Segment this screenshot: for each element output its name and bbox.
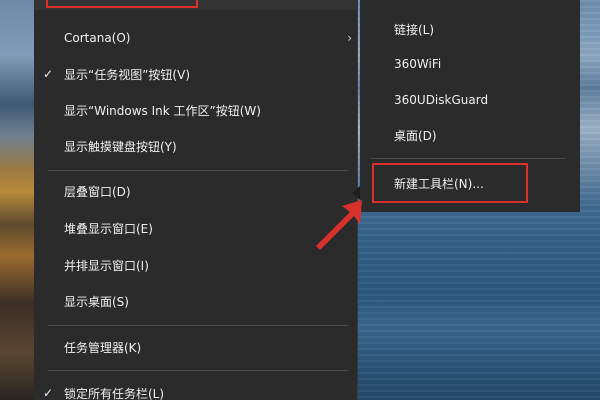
menu-separator: [48, 170, 348, 171]
submenu-separator: [370, 158, 566, 159]
submenu-item-360wifi[interactable]: 360WiFi: [360, 47, 580, 81]
submenu-item-desktop[interactable]: 桌面(D): [360, 118, 580, 152]
chevron-right-icon: ›: [347, 31, 352, 45]
menu-separator: [48, 370, 348, 371]
menu-item-show-desktop[interactable]: 显示桌面(S): [34, 284, 358, 318]
menu-separator: [48, 325, 348, 326]
checkmark-icon: ✓: [42, 67, 54, 81]
menu-item-label: 层叠窗口(D): [64, 184, 131, 199]
menu-item-lock-taskbars[interactable]: ✓ 锁定所有任务栏(L): [34, 376, 358, 400]
submenu-item-label: 360UDiskGuard: [394, 93, 489, 107]
menu-item-label: 并排显示窗口(I): [64, 258, 149, 273]
menu-item-cortana[interactable]: Cortana(O) ›: [34, 21, 358, 55]
submenu-item-label: 桌面(D): [394, 128, 437, 143]
submenu-item-links[interactable]: 链接(L): [360, 12, 580, 46]
menu-item-label: 显示“任务视图”按钮(V): [64, 67, 191, 82]
taskbar-context-menu: Cortana(O) › ✓ 显示“任务视图”按钮(V) 显示“Windows …: [34, 0, 358, 400]
menu-item-label: 锁定所有任务栏(L): [64, 386, 165, 400]
submenu-item-label: 链接(L): [394, 22, 435, 37]
submenu-item-label: 360WiFi: [394, 57, 442, 71]
menu-item-show-windows-ink-button[interactable]: 显示“Windows Ink 工作区”按钮(W): [34, 93, 358, 127]
menu-item-label: 显示桌面(S): [64, 294, 129, 309]
toolbars-item-annotation-box: [46, 0, 198, 8]
menu-item-label: 显示触摸键盘按钮(Y): [64, 139, 177, 154]
menu-item-label: Cortana(O): [64, 31, 131, 45]
toolbars-submenu: 链接(L) 360WiFi 360UDiskGuard 桌面(D) 新建工具栏(…: [360, 0, 580, 212]
red-arrow-annotation-icon: [316, 200, 362, 250]
menu-item-show-task-view-button[interactable]: ✓ 显示“任务视图”按钮(V): [34, 57, 358, 91]
menu-item-label: 堆叠显示窗口(E): [64, 221, 153, 236]
menu-item-show-touch-keyboard-button[interactable]: 显示触摸键盘按钮(Y): [34, 129, 358, 163]
submenu-item-360udiskguard[interactable]: 360UDiskGuard: [360, 83, 580, 117]
menu-item-label: 显示“Windows Ink 工作区”按钮(W): [64, 103, 261, 118]
menu-item-cascade-windows[interactable]: 层叠窗口(D): [34, 174, 358, 208]
menu-item-label: 任务管理器(K): [64, 340, 142, 355]
menu-item-task-manager[interactable]: 任务管理器(K): [34, 330, 358, 364]
menu-item-stack-windows[interactable]: 堆叠显示窗口(E): [34, 211, 358, 245]
new-toolbar-annotation-box: [372, 163, 528, 203]
checkmark-icon: ✓: [42, 386, 54, 400]
menu-item-side-by-side-windows[interactable]: 并排显示窗口(I): [34, 248, 358, 282]
